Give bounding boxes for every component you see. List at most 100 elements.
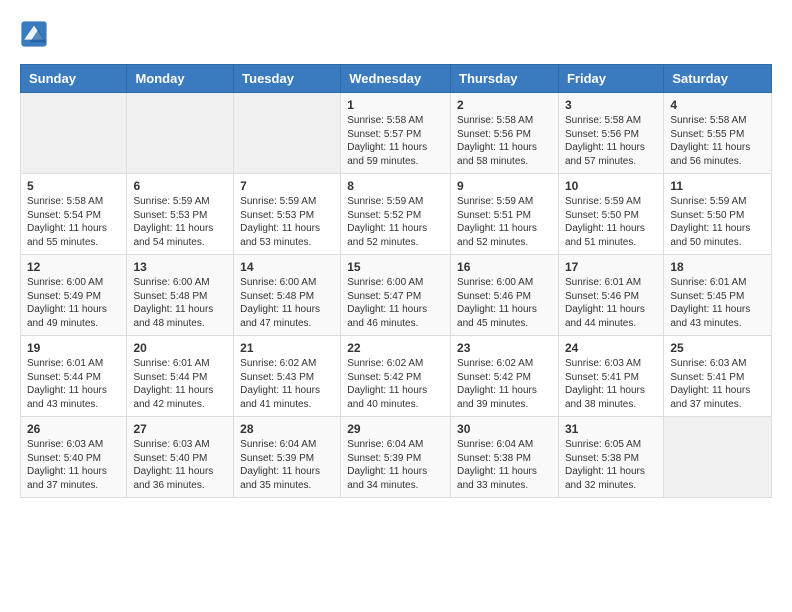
day-number: 2 — [457, 98, 552, 112]
calendar-week-row: 12 Sunrise: 6:00 AMSunset: 5:49 PMDayligh… — [21, 255, 772, 336]
cell-content: Sunrise: 6:00 AMSunset: 5:47 PMDaylight:… — [347, 276, 444, 330]
cell-content: Sunrise: 6:00 AMSunset: 5:46 PMDaylight:… — [457, 276, 552, 330]
calendar-cell: 19Sunrise: 6:01 AMSunset: 5:44 PMDayligh… — [21, 336, 127, 417]
day-number: 29 — [347, 422, 444, 436]
calendar-cell: 16 Sunrise: 6:00 AMSunset: 5:46 PMDayligh… — [451, 255, 559, 336]
cell-content: Sunrise: 6:00 AMSunset: 5:48 PMDaylight:… — [133, 276, 227, 330]
calendar-cell: 17 Sunrise: 6:01 AMSunset: 5:46 PMDayligh… — [558, 255, 663, 336]
calendar-cell: 31 Sunrise: 6:05 AMSunset: 5:38 PMDayligh… — [558, 417, 663, 498]
calendar-cell: 25 Sunrise: 6:03 AMSunset: 5:41 PMDayligh… — [664, 336, 772, 417]
calendar-cell — [234, 93, 341, 174]
calendar-cell: 28 Sunrise: 6:04 AMSunset: 5:39 PMDayligh… — [234, 417, 341, 498]
cell-content: Sunrise: 5:58 AMSunset: 5:54 PMDaylight:… — [27, 195, 120, 249]
cell-content: Sunrise: 5:59 AMSunset: 5:50 PMDaylight:… — [565, 195, 657, 249]
day-number: 8 — [347, 179, 444, 193]
calendar-cell: 2 Sunrise: 5:58 AMSunset: 5:56 PMDaylight… — [451, 93, 559, 174]
cell-content: Sunrise: 6:01 AMSunset: 5:46 PMDaylight:… — [565, 276, 657, 330]
day-number: 22 — [347, 341, 444, 355]
weekday-header: Tuesday — [234, 65, 341, 93]
calendar-week-row: 1Sunrise: 5:58 AMSunset: 5:57 PMDaylight… — [21, 93, 772, 174]
day-number: 25 — [670, 341, 765, 355]
cell-content: Sunrise: 6:05 AMSunset: 5:38 PMDaylight:… — [565, 438, 657, 492]
calendar-cell: 6 Sunrise: 5:59 AMSunset: 5:53 PMDaylight… — [127, 174, 234, 255]
calendar-cell — [664, 417, 772, 498]
day-number: 10 — [565, 179, 657, 193]
calendar-week-row: 26 Sunrise: 6:03 AMSunset: 5:40 PMDayligh… — [21, 417, 772, 498]
cell-content: Sunrise: 6:01 AMSunset: 5:44 PMDaylight:… — [133, 357, 227, 411]
calendar-cell: 15 Sunrise: 6:00 AMSunset: 5:47 PMDayligh… — [341, 255, 451, 336]
calendar-cell: 30Sunrise: 6:04 AMSunset: 5:38 PMDayligh… — [451, 417, 559, 498]
day-number: 27 — [133, 422, 227, 436]
cell-content: Sunrise: 5:59 AMSunset: 5:51 PMDaylight:… — [457, 195, 552, 249]
weekday-header: Monday — [127, 65, 234, 93]
day-number: 17 — [565, 260, 657, 274]
calendar-cell: 18 Sunrise: 6:01 AMSunset: 5:45 PMDayligh… — [664, 255, 772, 336]
cell-content: Sunrise: 6:04 AMSunset: 5:38 PMDaylight:… — [457, 438, 552, 492]
calendar-week-row: 5Sunrise: 5:58 AMSunset: 5:54 PMDaylight… — [21, 174, 772, 255]
day-number: 4 — [670, 98, 765, 112]
calendar-cell: 9 Sunrise: 5:59 AMSunset: 5:51 PMDaylight… — [451, 174, 559, 255]
weekday-header: Wednesday — [341, 65, 451, 93]
calendar-cell: 27 Sunrise: 6:03 AMSunset: 5:40 PMDayligh… — [127, 417, 234, 498]
calendar-cell: 13 Sunrise: 6:00 AMSunset: 5:48 PMDayligh… — [127, 255, 234, 336]
calendar-week-row: 19Sunrise: 6:01 AMSunset: 5:44 PMDayligh… — [21, 336, 772, 417]
day-number: 14 — [240, 260, 334, 274]
day-number: 26 — [27, 422, 120, 436]
day-number: 18 — [670, 260, 765, 274]
page-header — [20, 20, 772, 48]
weekday-header: Friday — [558, 65, 663, 93]
cell-content: Sunrise: 6:02 AMSunset: 5:42 PMDaylight:… — [347, 357, 444, 411]
day-number: 11 — [670, 179, 765, 193]
day-number: 21 — [240, 341, 334, 355]
day-number: 31 — [565, 422, 657, 436]
calendar-cell: 10 Sunrise: 5:59 AMSunset: 5:50 PMDayligh… — [558, 174, 663, 255]
calendar-cell: 12 Sunrise: 6:00 AMSunset: 5:49 PMDayligh… — [21, 255, 127, 336]
cell-content: Sunrise: 5:59 AMSunset: 5:53 PMDaylight:… — [133, 195, 227, 249]
day-number: 23 — [457, 341, 552, 355]
cell-content: Sunrise: 6:03 AMSunset: 5:41 PMDaylight:… — [670, 357, 765, 411]
day-number: 6 — [133, 179, 227, 193]
cell-content: Sunrise: 5:58 AMSunset: 5:56 PMDaylight:… — [457, 114, 552, 168]
day-number: 9 — [457, 179, 552, 193]
calendar-cell — [21, 93, 127, 174]
cell-content: Sunrise: 6:03 AMSunset: 5:40 PMDaylight:… — [133, 438, 227, 492]
calendar-cell: 11 Sunrise: 5:59 AMSunset: 5:50 PMDayligh… — [664, 174, 772, 255]
cell-content: Sunrise: 5:58 AMSunset: 5:55 PMDaylight:… — [670, 114, 765, 168]
calendar-cell: 21 Sunrise: 6:02 AMSunset: 5:43 PMDayligh… — [234, 336, 341, 417]
calendar-cell: 29 Sunrise: 6:04 AMSunset: 5:39 PMDayligh… — [341, 417, 451, 498]
day-number: 13 — [133, 260, 227, 274]
calendar-cell: 14 Sunrise: 6:00 AMSunset: 5:48 PMDayligh… — [234, 255, 341, 336]
calendar-cell: 7Sunrise: 5:59 AMSunset: 5:53 PMDaylight… — [234, 174, 341, 255]
cell-content: Sunrise: 6:03 AMSunset: 5:40 PMDaylight:… — [27, 438, 120, 492]
cell-content: Sunrise: 5:59 AMSunset: 5:50 PMDaylight:… — [670, 195, 765, 249]
cell-content: Sunrise: 6:04 AMSunset: 5:39 PMDaylight:… — [240, 438, 334, 492]
calendar-cell: 1Sunrise: 5:58 AMSunset: 5:57 PMDaylight… — [341, 93, 451, 174]
cell-content: Sunrise: 6:00 AMSunset: 5:49 PMDaylight:… — [27, 276, 120, 330]
day-number: 24 — [565, 341, 657, 355]
calendar-cell: 3 Sunrise: 5:58 AMSunset: 5:56 PMDaylight… — [558, 93, 663, 174]
weekday-header: Thursday — [451, 65, 559, 93]
day-number: 12 — [27, 260, 120, 274]
cell-content: Sunrise: 6:00 AMSunset: 5:48 PMDaylight:… — [240, 276, 334, 330]
calendar-cell: 23Sunrise: 6:02 AMSunset: 5:42 PMDayligh… — [451, 336, 559, 417]
cell-content: Sunrise: 5:58 AMSunset: 5:56 PMDaylight:… — [565, 114, 657, 168]
calendar-cell: 24 Sunrise: 6:03 AMSunset: 5:41 PMDayligh… — [558, 336, 663, 417]
calendar-cell: 20Sunrise: 6:01 AMSunset: 5:44 PMDayligh… — [127, 336, 234, 417]
calendar-table: SundayMondayTuesdayWednesdayThursdayFrid… — [20, 64, 772, 498]
cell-content: Sunrise: 6:02 AMSunset: 5:43 PMDaylight:… — [240, 357, 334, 411]
calendar-cell: 22 Sunrise: 6:02 AMSunset: 5:42 PMDayligh… — [341, 336, 451, 417]
day-number: 16 — [457, 260, 552, 274]
calendar-cell: 8Sunrise: 5:59 AMSunset: 5:52 PMDaylight… — [341, 174, 451, 255]
day-number: 28 — [240, 422, 334, 436]
cell-content: Sunrise: 6:03 AMSunset: 5:41 PMDaylight:… — [565, 357, 657, 411]
day-number: 1 — [347, 98, 444, 112]
day-number: 3 — [565, 98, 657, 112]
logo-icon — [20, 20, 48, 48]
cell-content: Sunrise: 6:01 AMSunset: 5:44 PMDaylight:… — [27, 357, 120, 411]
cell-content: Sunrise: 6:01 AMSunset: 5:45 PMDaylight:… — [670, 276, 765, 330]
weekday-header: Sunday — [21, 65, 127, 93]
cell-content: Sunrise: 6:04 AMSunset: 5:39 PMDaylight:… — [347, 438, 444, 492]
logo — [20, 20, 50, 48]
day-number: 15 — [347, 260, 444, 274]
cell-content: Sunrise: 5:59 AMSunset: 5:53 PMDaylight:… — [240, 195, 334, 249]
